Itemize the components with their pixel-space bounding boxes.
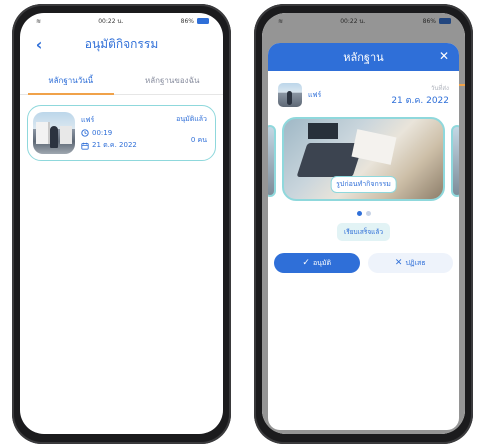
image-carousel[interactable]: รูปก่อนทำกิจกรรม [268, 117, 459, 211]
sent-date-label: วันที่ส่ง [430, 85, 449, 92]
evidence-card[interactable]: แฟร์ 00:19 21 ต.ค. 2022 อนุมัติแล้ว 0 คน [27, 105, 216, 161]
page-title: อนุมัติกิจกรรม [84, 36, 159, 51]
tab-bar: หลักฐานวันนี้ หลักฐานของฉัน [20, 67, 223, 95]
card-info: แฟร์ 00:19 21 ต.ค. 2022 [81, 115, 170, 151]
status-battery-text: 86% [180, 17, 194, 25]
phone-frame-left: ≋ 00:22 น. 86% ‹ อนุมัติกิจกรรม หลักฐานว… [12, 4, 231, 444]
modal-actions: ✓ อนุมัติ ✕ ปฏิเสธ [268, 253, 459, 273]
signal-icon: ≋ [36, 17, 42, 25]
check-icon: ✓ [302, 258, 310, 268]
phone-frame-right: ≋ 00:22 น. 86% หลักฐาน ✕ แฟร์ วันที่ส่ง … [254, 4, 473, 444]
sent-date: 21 ต.ค. 2022 [391, 96, 449, 106]
tab-today-evidence[interactable]: หลักฐานวันนี้ [20, 74, 122, 95]
modal-title: หลักฐาน [343, 51, 384, 64]
approved-count: 0 คน [190, 136, 207, 144]
status-time: 00:22 น. [98, 18, 124, 25]
clock-icon [81, 129, 89, 137]
image-caption: รูปก่อนทำกิจกรรม [330, 176, 397, 193]
submitter-name: แฟร์ [308, 90, 322, 99]
close-icon[interactable]: ✕ [439, 49, 449, 63]
carousel-next-image[interactable] [451, 125, 459, 197]
top-bar: ‹ อนุมัติกิจกรรม [20, 29, 223, 59]
status-badge: เรียบเสร็จแล้ว [337, 223, 390, 241]
carousel-dot[interactable] [356, 211, 362, 216]
back-arrow-icon[interactable]: ‹ [30, 35, 48, 54]
x-icon: ✕ [394, 258, 403, 268]
modal-user-row: แฟร์ วันที่ส่ง 21 ต.ค. 2022 [268, 71, 459, 111]
submitter-name: แฟร์ [81, 116, 95, 124]
reject-label: ปฏิเสธ [405, 258, 426, 267]
carousel-dot[interactable] [365, 211, 371, 216]
reject-button[interactable]: ✕ ปฏิเสธ [367, 253, 453, 273]
carousel-pagination [268, 211, 459, 216]
calendar-icon [81, 142, 89, 150]
status-bar: ≋ 00:22 น. 86% [20, 13, 223, 29]
modal-header: หลักฐาน ✕ [268, 43, 459, 71]
carousel-prev-image[interactable] [268, 125, 276, 197]
approve-label: อนุมัติ [312, 258, 332, 267]
battery-icon [197, 18, 209, 24]
screen-left: ≋ 00:22 น. 86% ‹ อนุมัติกิจกรรม หลักฐานว… [20, 13, 223, 434]
carousel-main-image[interactable]: รูปก่อนทำกิจกรรม [282, 117, 445, 201]
evidence-thumbnail [33, 112, 75, 154]
screen-right: ≋ 00:22 น. 86% หลักฐาน ✕ แฟร์ วันที่ส่ง … [262, 13, 465, 434]
avatar [278, 83, 302, 107]
submit-date: 21 ต.ค. 2022 [92, 141, 137, 149]
evidence-modal: หลักฐาน ✕ แฟร์ วันที่ส่ง 21 ต.ค. 2022 รู… [268, 43, 459, 430]
tab-my-evidence[interactable]: หลักฐานของฉัน [122, 74, 224, 94]
approve-button[interactable]: ✓ อนุมัติ [274, 253, 360, 273]
submit-time: 00:19 [92, 129, 113, 137]
approved-label: อนุมัติแล้ว [176, 115, 207, 123]
